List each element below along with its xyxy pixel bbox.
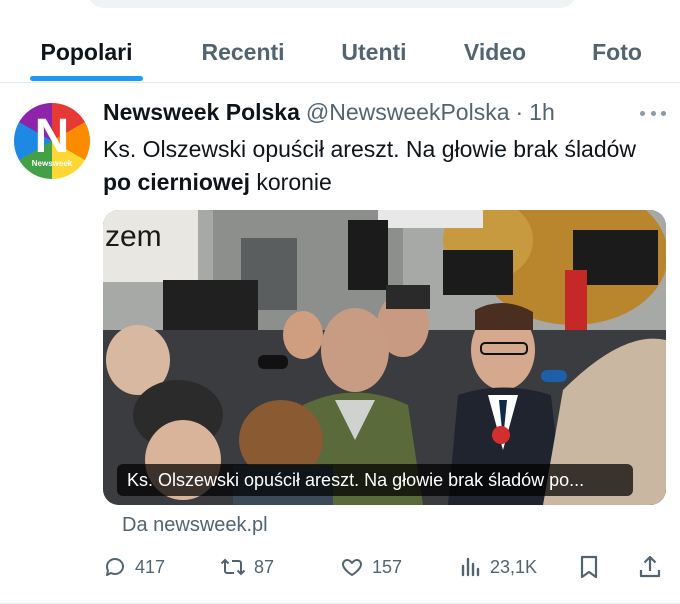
active-tab-indicator	[30, 76, 143, 81]
reply-button[interactable]: 417	[103, 549, 165, 585]
banner-text: zem	[105, 220, 162, 253]
bookmark-icon	[580, 555, 598, 579]
like-icon	[342, 559, 362, 576]
repost-button[interactable]: 87	[220, 549, 274, 585]
tab-recenti[interactable]: Recenti	[188, 22, 298, 82]
avatar-logo-word: Newsweek	[31, 159, 73, 168]
timestamp[interactable]: 1h	[529, 99, 555, 126]
like-button[interactable]: 157	[340, 549, 402, 585]
tweet-text-part1: Ks. Olszewski opuścił areszt. Na głowie …	[103, 136, 637, 162]
display-name[interactable]: Newsweek Polska	[103, 99, 300, 126]
media-card[interactable]: zem Ks. Olszewski opuścił areszt. Na gło…	[103, 210, 666, 505]
reply-icon	[105, 558, 124, 576]
search-bar[interactable]	[88, 0, 576, 8]
share-button[interactable]	[638, 549, 662, 585]
separator-dot: ·	[515, 99, 524, 125]
tweet-header: Newsweek Polska @NewsweekPolska · 1h	[103, 99, 555, 126]
user-handle[interactable]: @NewsweekPolska	[306, 99, 510, 126]
tab-popolari[interactable]: Popolari	[30, 22, 143, 82]
tweet-text-bold: po cierniowej	[103, 169, 250, 195]
repost-count: 87	[254, 556, 275, 577]
media-caption: Ks. Olszewski opuścił areszt. Na głowie …	[117, 464, 633, 496]
tab-utenti[interactable]: Utenti	[330, 22, 418, 82]
view-count: 23,1K	[490, 556, 538, 577]
tab-video[interactable]: Video	[455, 22, 535, 82]
reply-count: 417	[135, 556, 166, 577]
search-tabs: Popolari Recenti Utenti Video Foto	[0, 22, 680, 83]
news-photo: zem	[103, 210, 666, 505]
avatar[interactable]: N Newsweek	[14, 103, 90, 179]
more-icon[interactable]	[640, 105, 666, 121]
repost-icon	[220, 558, 246, 576]
share-icon	[639, 555, 661, 578]
like-count: 157	[372, 556, 403, 577]
avatar-logo-letter: N	[34, 110, 70, 163]
views-icon	[461, 557, 480, 577]
tweet-actions: 417 87 157 23,1K	[0, 549, 680, 585]
link-source[interactable]: Da newsweek.pl	[122, 514, 268, 537]
tab-foto[interactable]: Foto	[585, 22, 649, 82]
tweet-text: Ks. Olszewski opuścił areszt. Na głowie …	[103, 133, 663, 199]
tweet-text-part2: koronie	[249, 169, 332, 195]
tweet[interactable]: N Newsweek Newsweek Polska @NewsweekPols…	[0, 83, 680, 604]
bookmark-button[interactable]	[578, 549, 600, 585]
views-button[interactable]: 23,1K	[460, 549, 537, 585]
